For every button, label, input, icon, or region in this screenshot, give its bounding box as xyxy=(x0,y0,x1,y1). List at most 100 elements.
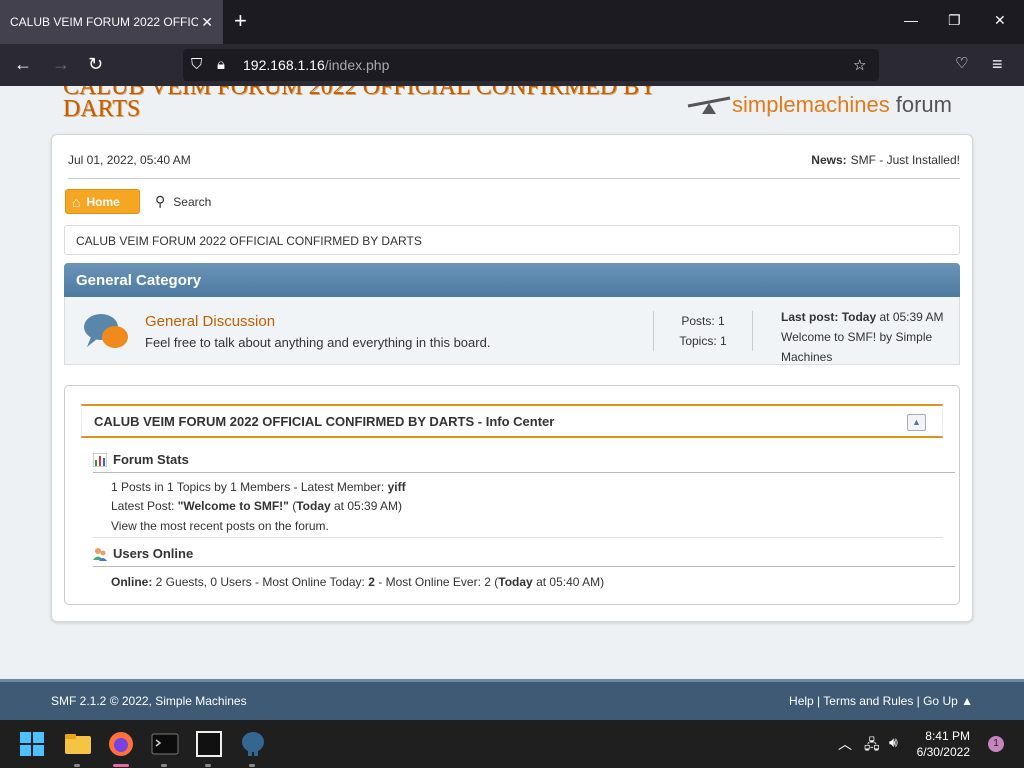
latest-post-time: at 05:39 AM) xyxy=(330,499,403,513)
latest-post-prefix: Latest Post: xyxy=(111,499,178,513)
close-tab-icon[interactable]: ✕ xyxy=(201,14,213,31)
seven-zip-running-indicator xyxy=(205,764,211,767)
restore-icon[interactable]: ❐ xyxy=(948,12,961,29)
info-center-header: CALUB VEIM FORUM 2022 OFFICIAL CONFIRMED… xyxy=(81,404,943,438)
board-name-link[interactable]: General Discussion xyxy=(145,313,275,330)
logo-simple-text: simplemachines xyxy=(732,92,890,117)
home-icon: ⌂ xyxy=(72,193,81,210)
bar-chart-icon xyxy=(93,452,107,467)
lock-icon[interactable]: 🔒︎ xyxy=(217,56,225,73)
info-center: CALUB VEIM FORUM 2022 OFFICIAL CONFIRMED… xyxy=(64,385,960,605)
windows-start-icon[interactable] xyxy=(20,732,44,756)
forum-footer: SMF 2.1.2 © 2022, Simple Machines Help |… xyxy=(0,679,1024,720)
smf-logo[interactable]: simplemachines forum xyxy=(686,92,952,118)
search-label: Search xyxy=(173,194,212,209)
board-topics: Topics: 1 xyxy=(679,334,727,348)
terminal-icon[interactable] xyxy=(151,730,179,758)
taskbar: ︿ 🖧︎ 🔊︎ 8:41 PM 6/30/2022 1 xyxy=(0,720,1024,768)
seesaw-logo-icon xyxy=(687,96,731,114)
new-tab-icon[interactable]: + xyxy=(234,10,247,32)
bookmark-star-icon[interactable]: ☆ xyxy=(853,56,866,74)
reload-icon[interactable]: ↻ xyxy=(88,54,103,74)
users-online-title: Users Online xyxy=(113,546,194,561)
forum-stats-title: Forum Stats xyxy=(113,452,189,467)
url-host: 192.168.1.16 xyxy=(243,57,325,73)
users-icon xyxy=(93,547,107,561)
last-post-when: Today xyxy=(841,310,877,324)
board-description: Feel free to talk about anything and eve… xyxy=(145,335,491,350)
firefox-active-indicator xyxy=(113,764,129,767)
online-line: Online: 2 Guests, 0 Users - Most Online … xyxy=(111,575,604,589)
board-stats: Posts: 1 Topics: 1 xyxy=(653,311,753,351)
search-icon: ⚲ xyxy=(155,193,166,209)
network-icon[interactable]: 🖧︎ xyxy=(864,734,880,758)
online-text-2: - Most Online Ever: 2 ( xyxy=(374,575,499,589)
news: News: SMF - Just Installed! xyxy=(811,153,960,167)
footer-links[interactable]: Help | Terms and Rules | Go Up ▲ xyxy=(789,694,973,708)
url-path: /index.php xyxy=(324,57,390,73)
news-text: SMF - Just Installed! xyxy=(850,153,960,167)
board-chat-icon xyxy=(84,314,128,348)
footer-copyright[interactable]: SMF 2.1.2 © 2022, Simple Machines xyxy=(51,694,247,708)
most-online-today: 2 xyxy=(368,575,375,589)
shield-icon[interactable]: ⛉ xyxy=(191,56,202,73)
browser-nav-bar: ← → ↻ ⛉ 🔒︎ 192.168.1.16/index.php ☆ ♡ ≡ xyxy=(0,44,1024,86)
board-row: General Discussion Feel free to talk abo… xyxy=(64,297,960,365)
tray-overflow-icon[interactable]: ︿ xyxy=(838,734,852,754)
url-bar[interactable]: ⛉ 🔒︎ 192.168.1.16/index.php ☆ xyxy=(183,49,879,81)
minimize-icon[interactable]: — xyxy=(904,12,918,28)
last-post-label: Last post: xyxy=(781,310,839,324)
terminal-running-indicator xyxy=(161,764,167,767)
close-window-icon[interactable]: ✕ xyxy=(994,12,1006,29)
recent-posts-link[interactable]: View the most recent posts on the forum. xyxy=(111,519,329,533)
home-label: Home xyxy=(86,194,120,209)
board-posts: Posts: 1 xyxy=(681,314,725,328)
online-text: 2 Guests, 0 Users - Most Online Today: xyxy=(152,575,369,589)
clock-date: 6/30/2022 xyxy=(916,745,970,759)
collapse-icon[interactable]: ▲ xyxy=(907,414,926,431)
forum-title[interactable]: CALUB VEIM FORUM 2022 OFFICIAL CONFIRMED… xyxy=(63,86,663,121)
home-button[interactable]: ⌂ Home xyxy=(65,189,140,214)
explorer-running-indicator xyxy=(74,764,80,767)
last-post-time: at 05:39 AM xyxy=(876,310,944,324)
pgadmin-elephant-icon[interactable] xyxy=(239,730,267,758)
page-viewport: CALUB VEIM FORUM 2022 OFFICIAL CONFIRMED… xyxy=(0,86,1024,679)
news-label: News: xyxy=(811,153,847,167)
browser-tab[interactable]: CALUB VEIM FORUM 2022 OFFICIAL CONFIRMED… xyxy=(0,0,223,44)
pocket-icon[interactable]: ♡ xyxy=(955,54,968,74)
most-online-ever-time: at 05:40 AM) xyxy=(532,575,605,589)
breadcrumb[interactable]: CALUB VEIM FORUM 2022 OFFICIAL CONFIRMED… xyxy=(64,225,960,255)
url-text[interactable]: 192.168.1.16/index.php xyxy=(243,57,389,73)
info-center-title: CALUB VEIM FORUM 2022 OFFICIAL CONFIRMED… xyxy=(94,414,555,429)
forum-stats-header: Forum Stats xyxy=(93,452,955,473)
most-online-ever-day: Today xyxy=(498,575,533,589)
stats-text: 1 Posts in 1 Topics by 1 Members - Lates… xyxy=(111,480,388,494)
firefox-icon[interactable] xyxy=(107,730,135,758)
notification-badge[interactable]: 1 xyxy=(988,736,1004,752)
users-online-header: Users Online xyxy=(93,546,955,567)
category-header[interactable]: General Category xyxy=(64,263,960,297)
menu-icon[interactable]: ≡ xyxy=(992,54,1003,74)
latest-member-link[interactable]: yiff xyxy=(388,480,406,494)
logo-forum-text: forum xyxy=(895,92,952,117)
content-wrapper: Jul 01, 2022, 05:40 AM News: SMF - Just I… xyxy=(51,134,973,622)
latest-post-today: Today xyxy=(296,499,331,513)
file-explorer-icon[interactable] xyxy=(64,730,92,758)
volume-icon[interactable]: 🔊︎ xyxy=(889,734,898,751)
back-icon[interactable]: ← xyxy=(14,54,32,74)
last-post-subject-link[interactable]: Welcome to SMF! by Simple Machines xyxy=(781,330,932,364)
clock-time: 8:41 PM xyxy=(925,729,970,743)
latest-post-line: Latest Post: "Welcome to SMF!" (Today at… xyxy=(111,499,402,513)
latest-post-link[interactable]: "Welcome to SMF!" xyxy=(178,499,289,513)
stats-line: 1 Posts in 1 Topics by 1 Members - Lates… xyxy=(111,480,406,494)
search-button[interactable]: ⚲ Search xyxy=(155,193,211,210)
tab-title: CALUB VEIM FORUM 2022 OFFICIAL CONFIRMED… xyxy=(10,15,198,29)
online-label: Online: xyxy=(111,575,153,589)
board-last-post: Last post: Today at 05:39 AM Welcome to … xyxy=(781,307,951,367)
system-clock[interactable]: 8:41 PM 6/30/2022 xyxy=(917,728,970,760)
upper-section: Jul 01, 2022, 05:40 AM News: SMF - Just I… xyxy=(68,149,960,179)
pgadmin-running-indicator xyxy=(249,764,255,767)
browser-tab-bar: CALUB VEIM FORUM 2022 OFFICIAL CONFIRMED… xyxy=(0,0,1024,44)
forward-icon[interactable]: → xyxy=(52,54,70,74)
seven-zip-icon[interactable] xyxy=(195,730,223,758)
